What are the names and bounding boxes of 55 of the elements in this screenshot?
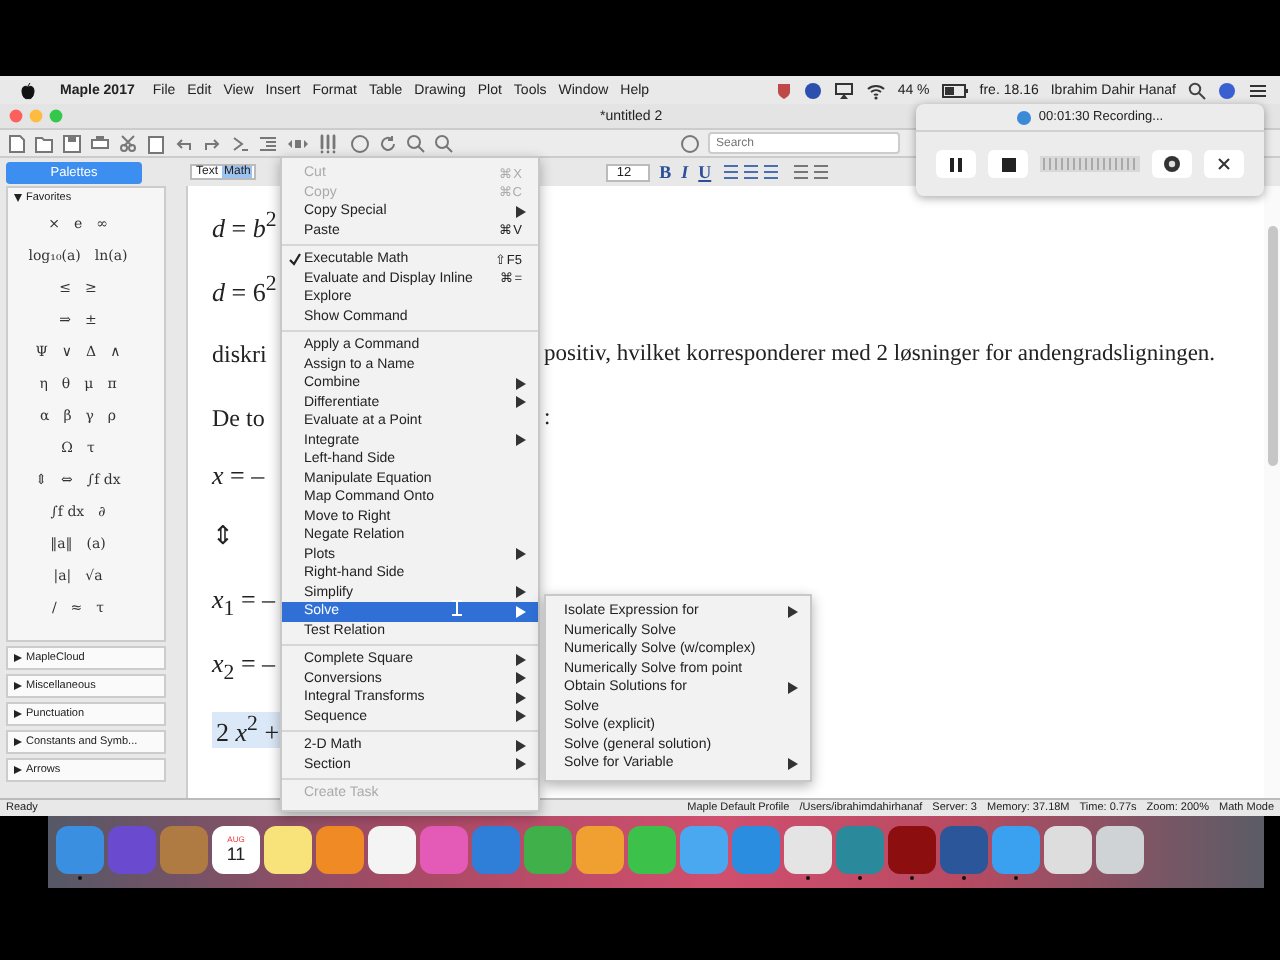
new-document-icon[interactable]	[8, 133, 26, 153]
camera-button[interactable]	[1152, 150, 1192, 178]
paragraph-text: :	[544, 406, 551, 430]
circle-icon[interactable]	[803, 81, 822, 99]
shield-icon[interactable]	[775, 81, 792, 99]
app-icon[interactable]	[784, 825, 832, 873]
prompt-icon[interactable]	[230, 133, 250, 153]
stop-button[interactable]	[988, 150, 1028, 178]
monitor-icon[interactable]	[833, 81, 854, 99]
math-expression: x$_{1}$ = –	[212, 583, 276, 621]
audio-meter-drawing	[1040, 154, 1140, 174]
math-expression: x = –	[212, 460, 265, 492]
style-button[interactable]: B	[659, 162, 672, 182]
app-icon[interactable]	[1096, 825, 1144, 873]
save-icon[interactable]	[62, 133, 82, 153]
camera-icon	[1162, 154, 1182, 174]
paragraph-text: positiv, hvilket korresponderer med 2 løsninger for andengradsligningen.	[544, 342, 1216, 366]
zoom-in-icon[interactable]	[406, 133, 426, 153]
math-expression: d = 6$^{2}$	[212, 271, 277, 309]
app-icon[interactable]	[56, 825, 104, 873]
scrollbar-thumb[interactable]	[1267, 226, 1277, 466]
app-icon[interactable]	[316, 825, 364, 873]
redo-icon[interactable]	[202, 133, 222, 153]
pause-icon	[948, 155, 964, 173]
app-icon[interactable]	[368, 825, 416, 873]
style-button[interactable]: I	[681, 162, 689, 182]
calendar-day: 11	[226, 844, 246, 864]
battery-icon[interactable]	[941, 83, 968, 97]
siri-icon[interactable]	[1218, 81, 1236, 99]
undo-icon[interactable]	[174, 133, 194, 153]
math-expression: 2 x$^{2}$ +	[212, 711, 284, 749]
text-cursor-icon	[452, 600, 462, 616]
app-icon[interactable]	[576, 825, 624, 873]
recording-dot-icon	[1016, 109, 1033, 125]
align-icon[interactable]	[721, 163, 782, 181]
printer-icon[interactable]	[90, 133, 110, 153]
scissors-icon[interactable]	[118, 133, 138, 153]
zoom-out-icon[interactable]	[434, 133, 454, 153]
close-button[interactable]	[1204, 150, 1244, 178]
close-icon	[1216, 156, 1232, 172]
refresh-icon[interactable]	[378, 133, 398, 153]
paragraph-text: De to	[212, 403, 265, 431]
pause-button[interactable]	[936, 150, 976, 178]
app-icon[interactable]	[1044, 825, 1092, 873]
indent-icon[interactable]	[258, 133, 278, 153]
math-expression: d = b$^{2}$	[212, 207, 277, 245]
list-icon[interactable]	[1248, 81, 1268, 99]
style-button[interactable]: U	[698, 162, 712, 182]
app-icon[interactable]	[264, 825, 312, 873]
math-symbol: ⇕	[212, 520, 234, 552]
search-icon[interactable]	[1188, 81, 1206, 99]
wifi-icon[interactable]	[865, 81, 886, 99]
apple-icon[interactable]	[20, 81, 36, 99]
paragraph-text: diskri	[212, 339, 267, 367]
math-expression: x$_{2}$ = –	[212, 647, 276, 685]
